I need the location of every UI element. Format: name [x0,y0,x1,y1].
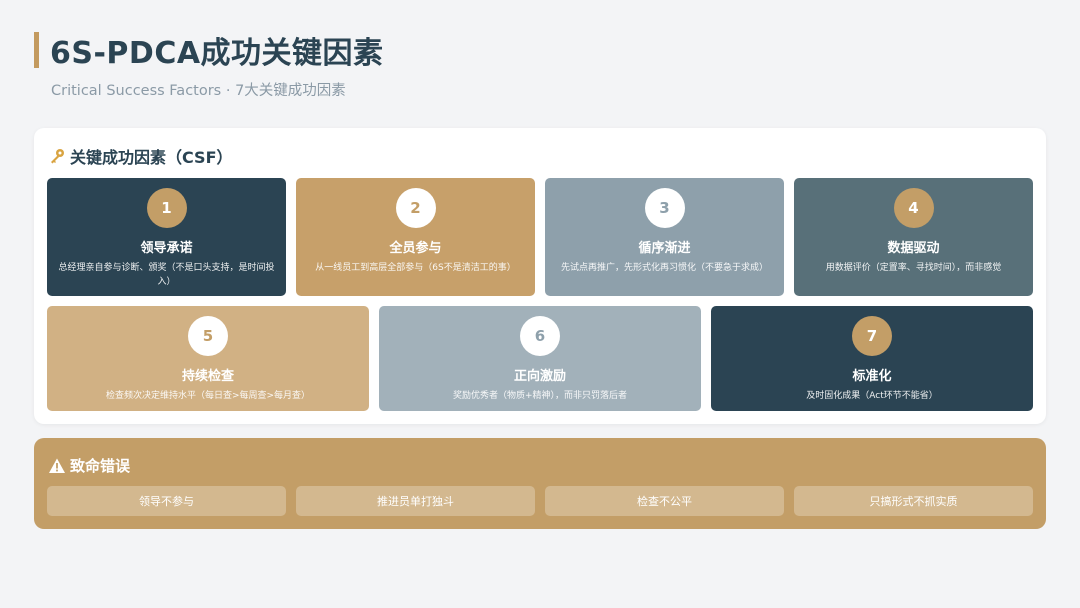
card-title: 领导承诺 [140,241,193,256]
warning-icon [48,457,66,475]
error-item: 只搞形式不抓实质 [794,486,1033,516]
csf-card-4: 4 数据驱动 用数据评价（定置率、寻找时间），而非感觉 [794,178,1033,296]
card-number-badge: 3 [644,188,685,228]
card-description: 从一线员工到高层全部参与（6S不是清洁工的事） [315,263,516,273]
fatal-errors-panel: 致命错误 领导不参与 推进员单打独斗 检查不公平 只搞形式不抓实质 [34,438,1046,529]
card-number-badge: 7 [852,316,892,356]
card-title: 循序渐进 [638,241,691,256]
error-item: 推进员单打独斗 [296,486,535,516]
error-item: 检查不公平 [545,486,784,516]
card-description: 用数据评价（定置率、寻找时间），而非感觉 [825,263,1002,273]
card-number-badge: 5 [188,316,228,356]
card-title: 标准化 [852,369,892,384]
csf-heading-text: 关键成功因素（CSF） [70,148,233,167]
errors-heading-text: 致命错误 [70,457,131,475]
card-number-badge: 1 [146,188,187,228]
card-description: 及时固化成果（Act环节不能省） [806,391,938,401]
card-description: 检查频次决定维持水平（每日查>每周查>每月查） [105,391,311,401]
card-title: 数据驱动 [887,241,940,256]
csf-card-6: 6 正向激励 奖励优秀者（物质+精神），而非只罚落后者 [379,306,701,411]
csf-card-3: 3 循序渐进 先试点再推广，先形式化再习惯化（不要急于求成） [545,178,784,296]
csf-card-5: 5 持续检查 检查频次决定维持水平（每日查>每周查>每月查） [47,306,369,411]
page-subtitle: Critical Success Factors · 7大关键成功因素 [51,83,346,99]
csf-card-7: 7 标准化 及时固化成果（Act环节不能省） [711,306,1033,411]
csf-card-1: 1 领导承诺 总经理亲自参与诊断、颁奖（不是口头支持，是时间投入） [47,178,286,296]
card-number-badge: 2 [395,188,436,228]
card-title: 全员参与 [389,241,442,256]
csf-heading: 关键成功因素（CSF） [48,144,233,168]
page-title: 6S-PDCA成功关键因素 [50,36,384,71]
key-icon [48,147,66,165]
title-accent-bar [34,32,39,68]
card-description: 总经理亲自参与诊断、颁奖（不是口头支持，是时间投入） [58,263,275,287]
card-number-badge: 6 [520,316,560,356]
card-title: 持续检查 [181,369,234,384]
csf-card-2: 2 全员参与 从一线员工到高层全部参与（6S不是清洁工的事） [296,178,535,296]
card-description: 奖励优秀者（物质+精神），而非只罚落后者 [452,391,628,401]
csf-panel: 关键成功因素（CSF） 1 领导承诺 总经理亲自参与诊断、颁奖（不是口头支持，是… [34,128,1046,424]
card-number-badge: 4 [893,188,934,228]
error-item: 领导不参与 [47,486,286,516]
card-title: 正向激励 [513,369,566,384]
errors-heading: 致命错误 [48,455,130,476]
card-description: 先试点再推广，先形式化再习惯化（不要急于求成） [560,263,768,273]
